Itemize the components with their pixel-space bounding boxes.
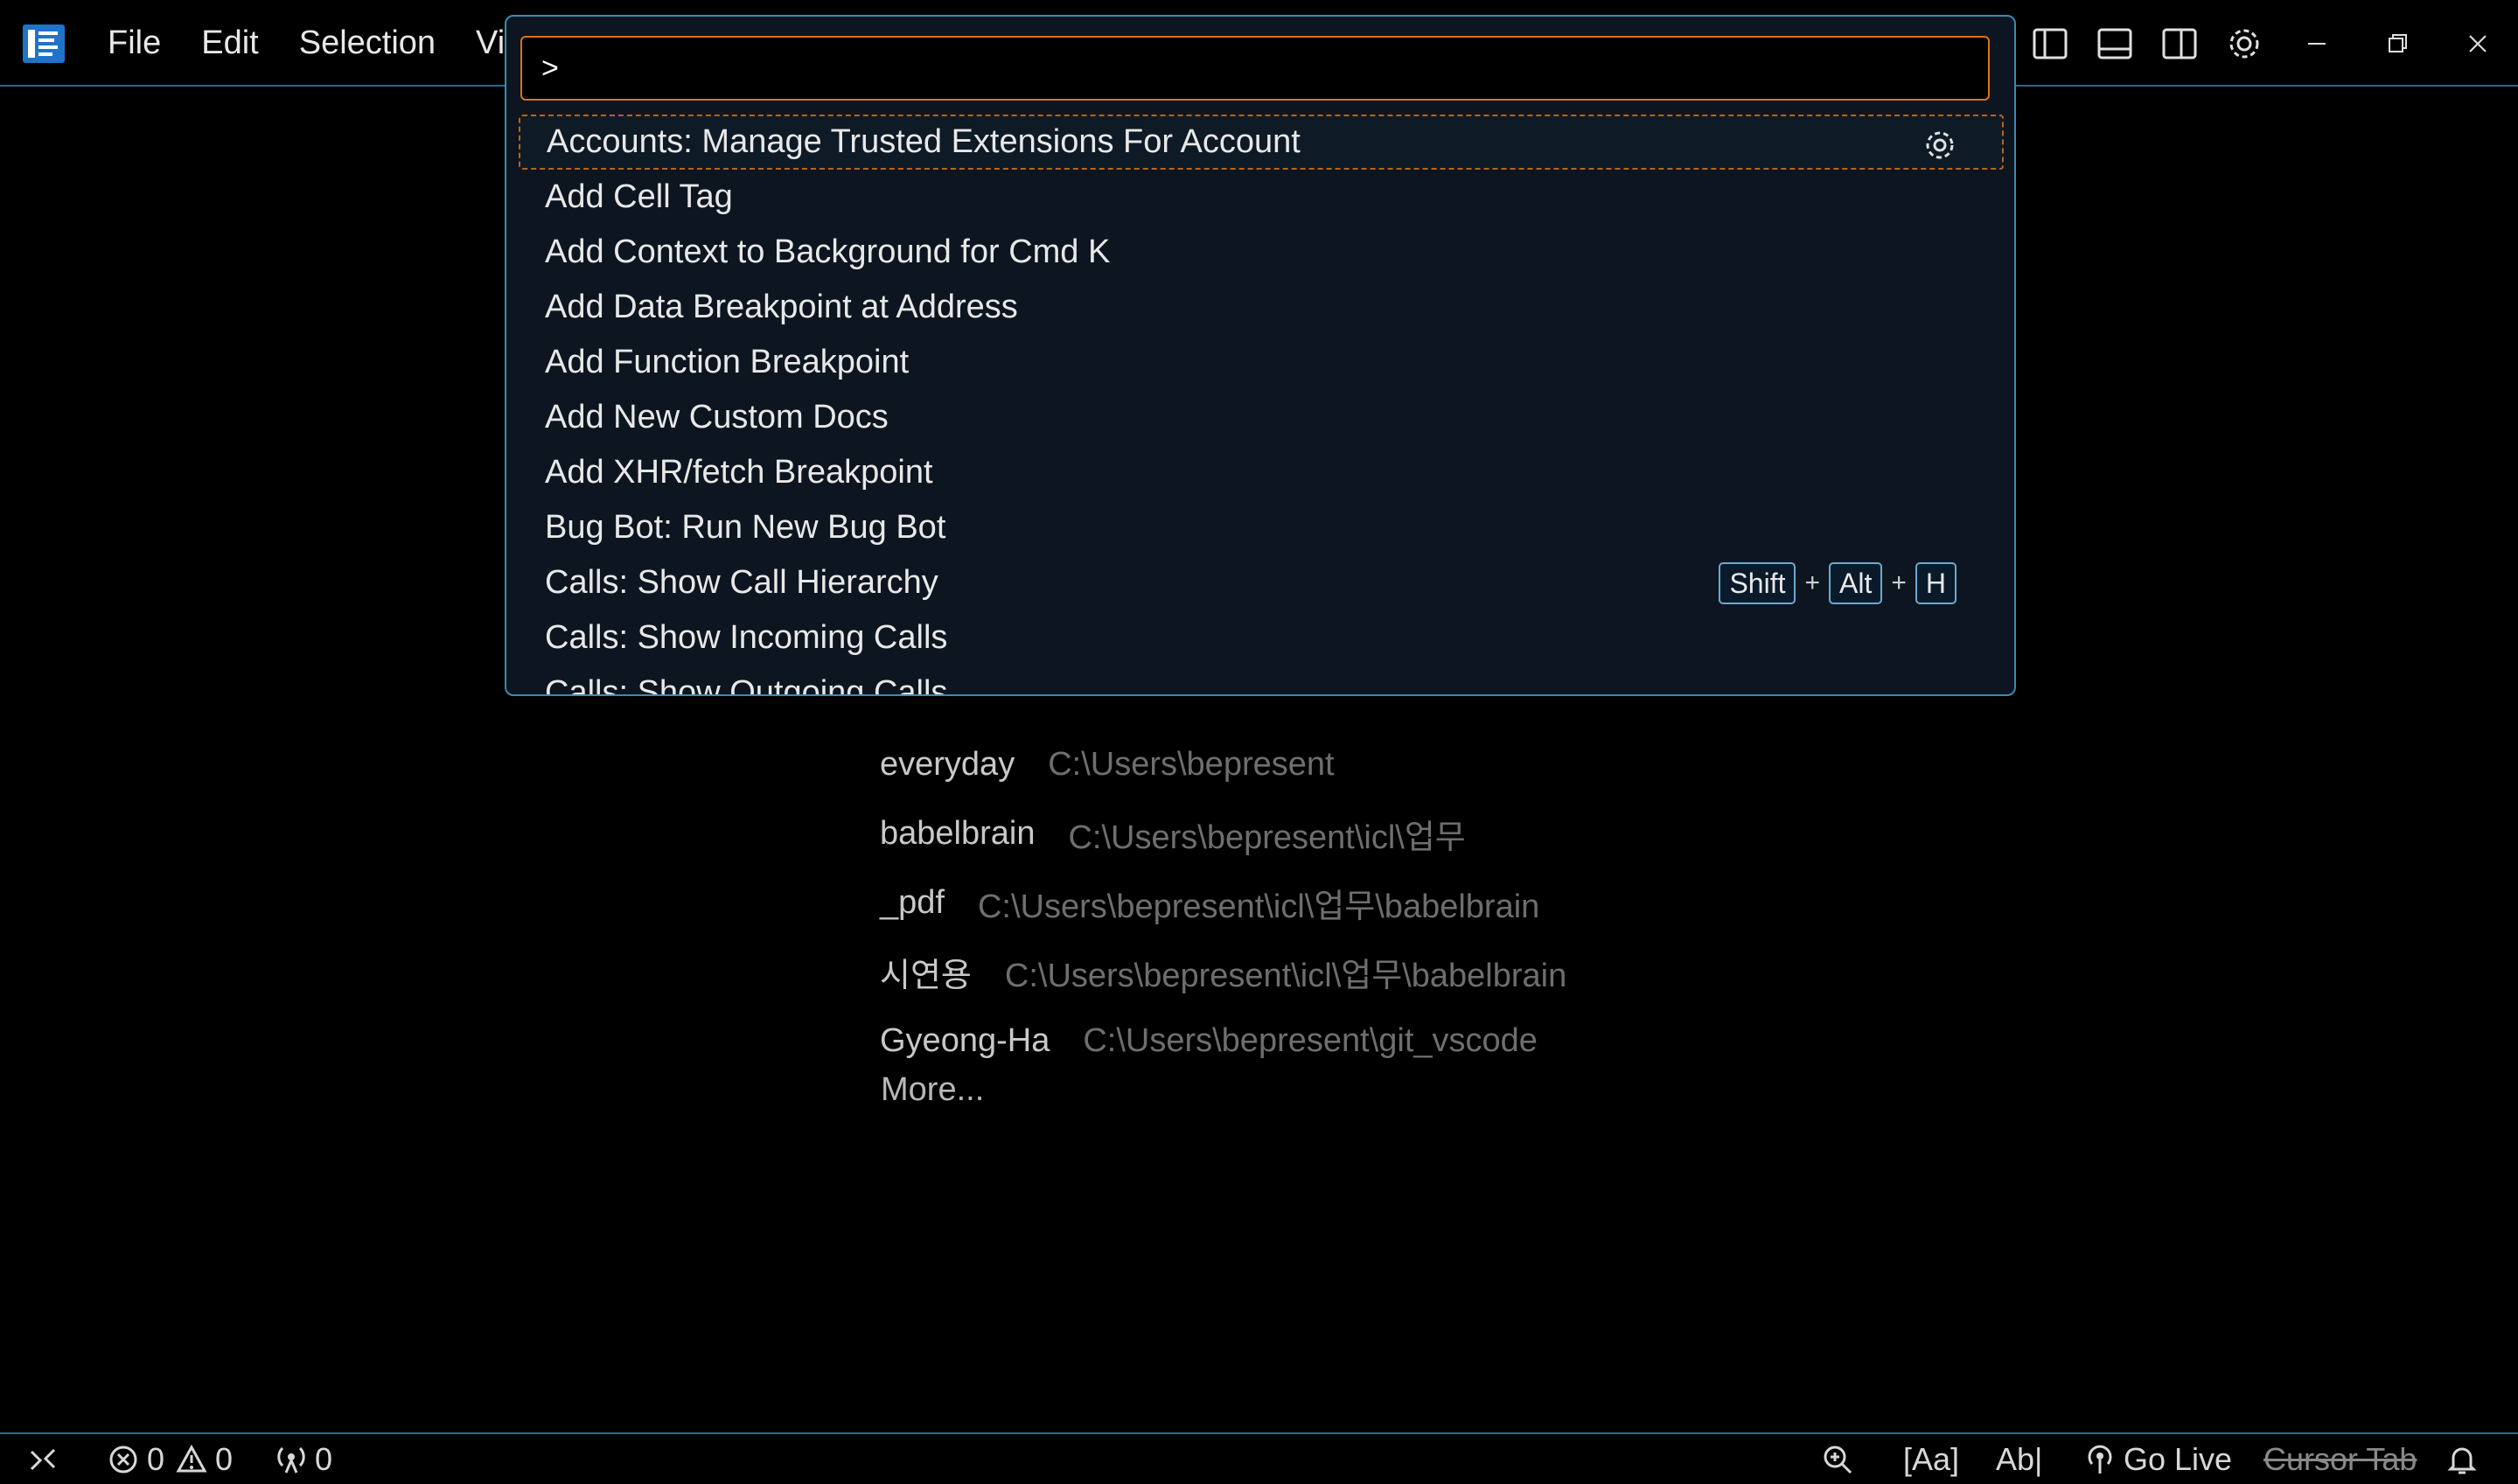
ports-indicator[interactable]: 0: [275, 1434, 332, 1484]
error-icon: [109, 1446, 137, 1473]
toggle-panel-icon[interactable]: [2082, 0, 2147, 87]
command-item[interactable]: Calls: Show Outgoing Calls: [519, 665, 2004, 696]
command-item[interactable]: Add Cell Tag: [519, 170, 2004, 225]
command-label: Calls: Show Outgoing Calls: [545, 674, 948, 696]
keybinding: Shift + Alt + H: [1719, 562, 1957, 604]
recent-item-path: C:\Users\bepresent\git_vscode: [1083, 1022, 1538, 1059]
recent-item[interactable]: _pdf C:\Users\bepresent\icl\업무\babelbrai…: [880, 868, 1566, 937]
command-label: Add Data Breakpoint at Address: [545, 289, 1018, 325]
notifications-bell[interactable]: [2445, 1434, 2486, 1484]
command-item[interactable]: Add New Custom Docs: [519, 390, 2004, 445]
command-item[interactable]: Bug Bot: Run New Bug Bot: [519, 500, 2004, 555]
toggle-primary-sidebar-icon[interactable]: [2018, 0, 2082, 87]
problems-indicator[interactable]: 0 0: [107, 1434, 233, 1484]
settings-gear-icon[interactable]: [2212, 0, 2277, 87]
warning-icon: [176, 1444, 207, 1472]
whole-word-indicator[interactable]: Ab|: [1996, 1434, 2042, 1484]
command-label: Add New Custom Docs: [545, 399, 889, 435]
command-list: Accounts: Manage Trusted Extensions For …: [519, 115, 2004, 696]
menu-selection[interactable]: Selection: [279, 0, 456, 87]
recent-item-name[interactable]: 시연용: [880, 948, 972, 996]
key-shift: Shift: [1719, 562, 1796, 604]
recent-list: everyday C:\Users\bepresent babelbrain C…: [880, 730, 1566, 1076]
ports-count: 0: [315, 1440, 333, 1477]
menu-bar: File Edit Selection Vie: [87, 0, 543, 87]
remote-icon: [30, 1448, 56, 1470]
key-plus: +: [1804, 568, 1821, 597]
error-count: 0: [147, 1440, 165, 1477]
broadcast-icon: [2088, 1445, 2112, 1474]
configure-keybinding-gear-icon[interactable]: [1922, 127, 1958, 164]
command-label: Add Context to Background for Cmd K: [545, 233, 1111, 270]
command-item[interactable]: Add XHR/fetch Breakpoint: [519, 445, 2004, 500]
command-item[interactable]: Add Data Breakpoint at Address: [519, 280, 2004, 335]
menu-file[interactable]: File: [87, 0, 181, 87]
title-actions: [2018, 0, 2518, 87]
command-palette-input[interactable]: >: [520, 36, 1990, 101]
command-item[interactable]: Add Context to Background for Cmd K: [519, 225, 2004, 280]
command-label: Calls: Show Call Hierarchy: [545, 564, 938, 601]
key-alt: Alt: [1829, 562, 1883, 604]
menu-edit[interactable]: Edit: [181, 0, 278, 87]
command-label: Accounts: Manage Trusted Extensions For …: [547, 123, 1301, 160]
recent-item-path: C:\Users\bepresent\icl\업무\babelbrain: [977, 888, 1540, 925]
command-item[interactable]: Add Function Breakpoint: [519, 335, 2004, 390]
command-palette: > Accounts: Manage Trusted Extensions Fo…: [505, 15, 2016, 696]
recent-item-name[interactable]: Gyeong-Ha: [880, 1022, 1050, 1060]
command-label: Bug Bot: Run New Bug Bot: [545, 509, 946, 546]
command-item-selected[interactable]: Accounts: Manage Trusted Extensions For …: [519, 115, 2004, 170]
broadcast-icon: [277, 1446, 305, 1474]
recent-item-name[interactable]: babelbrain: [880, 815, 1035, 853]
command-label: Add XHR/fetch Breakpoint: [545, 454, 933, 491]
command-label: Add Function Breakpoint: [545, 344, 910, 380]
go-live-label: Go Live: [2124, 1440, 2233, 1477]
recent-item[interactable]: 시연용 C:\Users\bepresent\icl\업무\babelbrain: [880, 937, 1566, 1007]
close-icon[interactable]: [2438, 0, 2518, 87]
key-plus: +: [1891, 568, 1907, 597]
restore-icon[interactable]: [2357, 0, 2438, 87]
warning-count: 0: [215, 1440, 234, 1477]
recent-item[interactable]: babelbrain C:\Users\bepresent\icl\업무: [880, 799, 1566, 868]
toggle-secondary-sidebar-icon[interactable]: [2147, 0, 2212, 87]
remote-indicator[interactable]: [26, 1434, 66, 1484]
recent-item-name[interactable]: _pdf: [880, 884, 945, 922]
cursor-tab-status[interactable]: Cursor Tab: [2263, 1434, 2417, 1484]
zoom-in-icon: [1824, 1446, 1852, 1474]
bell-icon: [2447, 1447, 2477, 1474]
recent-item-path: C:\Users\bepresent\icl\업무\babelbrain: [1004, 958, 1567, 994]
recent-item[interactable]: everyday C:\Users\bepresent: [880, 730, 1566, 799]
go-live-button[interactable]: Go Live: [2083, 1434, 2232, 1484]
command-item[interactable]: Calls: Show Incoming Calls: [519, 610, 2004, 665]
key-h: H: [1915, 562, 1957, 604]
app-logo-icon: [23, 24, 65, 63]
recent-item-path: C:\Users\bepresent\icl\업무: [1068, 819, 1466, 856]
minimize-icon[interactable]: [2277, 0, 2357, 87]
status-bar: 0 0 0 [Aa] Ab| Go Live Cursor Tab: [0, 1432, 2518, 1484]
recent-item-name[interactable]: everyday: [880, 746, 1015, 784]
command-item[interactable]: Calls: Show Call Hierarchy Shift + Alt +…: [519, 555, 2004, 610]
recent-item[interactable]: Gyeong-Ha C:\Users\bepresent\git_vscode: [880, 1007, 1566, 1076]
recent-item-path: C:\Users\bepresent: [1048, 746, 1335, 783]
command-label: Add Cell Tag: [545, 178, 733, 215]
command-label: Calls: Show Incoming Calls: [545, 619, 948, 656]
more-recent-link[interactable]: More...: [881, 1071, 984, 1109]
match-case-indicator[interactable]: [Aa]: [1903, 1434, 1959, 1484]
zoom-indicator[interactable]: [1821, 1434, 1861, 1484]
